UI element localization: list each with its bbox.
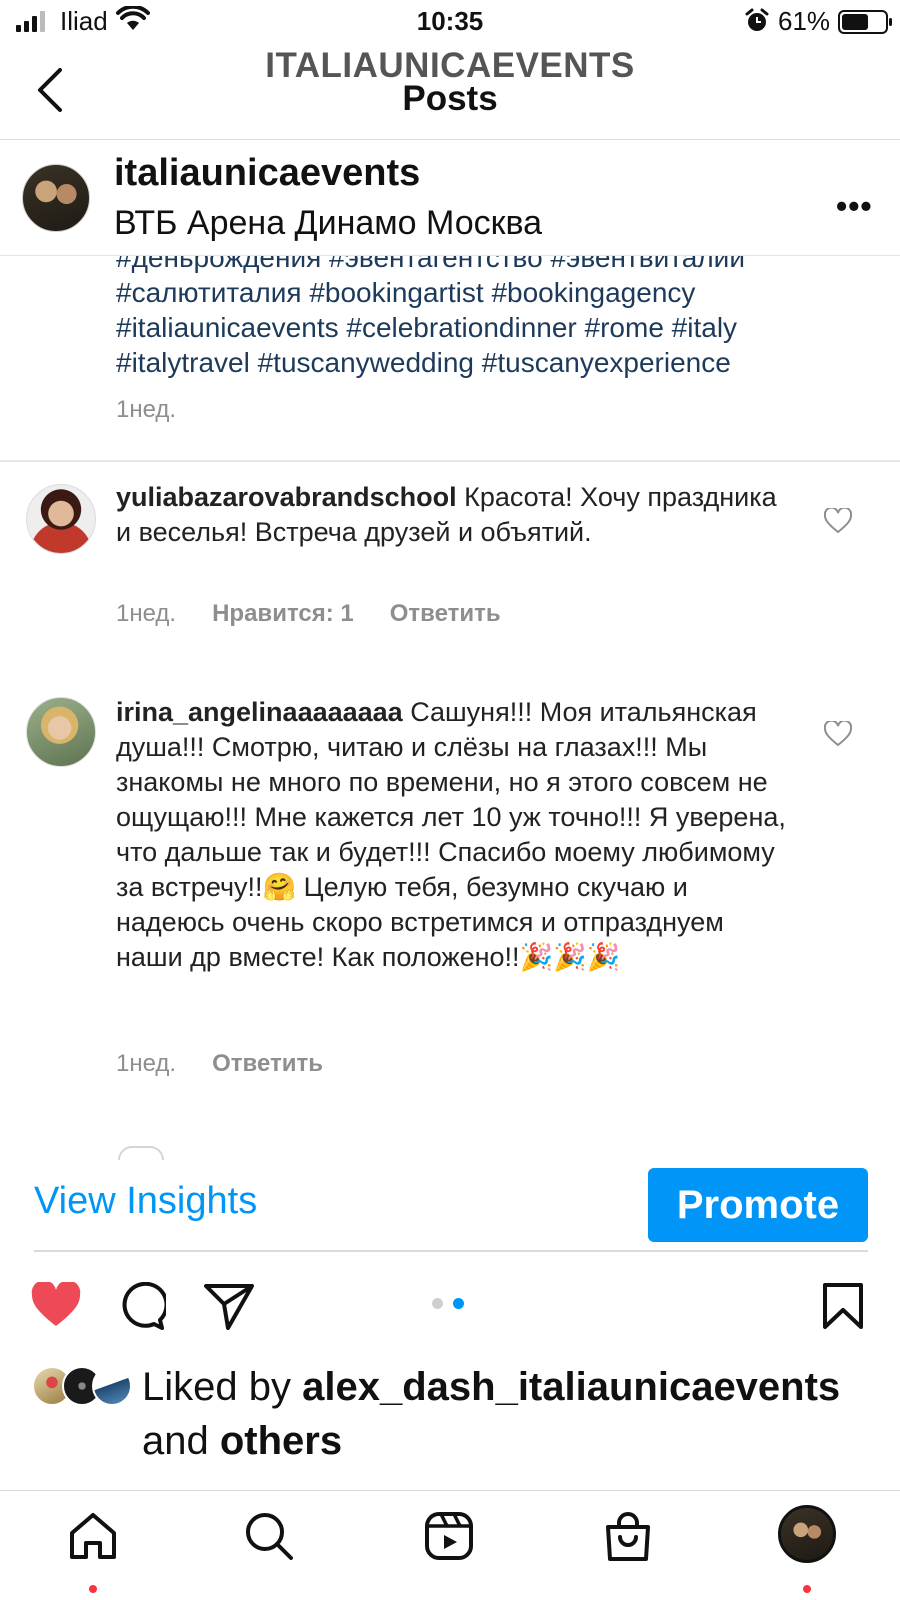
share-icon[interactable] [204,1282,254,1330]
post-author-avatar[interactable] [22,164,90,232]
comment-timestamp: 1нед. [116,1050,177,1077]
reply-button[interactable]: Ответить [212,1050,323,1078]
liked-by-avatars [32,1366,132,1410]
battery-icon [838,10,892,34]
profile-avatar-tab[interactable] [778,1505,836,1563]
comment-meta: 1нед. Нравится: 1 Ответить [116,600,501,628]
caption-hashtags[interactable]: #деньрождения #эвентагентство #эвентвита… [116,240,876,380]
comment-likes-count[interactable]: Нравится: 1 [212,600,354,628]
post-caption: #деньрождения #эвентагентство #эвентвита… [0,240,900,462]
comment-username[interactable]: irina_angelinaaaaaaaa [116,697,403,727]
liked-by-prefix: Liked by [142,1365,303,1409]
comment-meta: 1нед. Ответить [116,1050,323,1078]
alarm-icon [745,8,769,31]
liked-by-others[interactable]: others [220,1419,342,1463]
caption-timestamp: 1нед. [116,396,177,423]
bottom-tab-bar [0,1490,900,1600]
divider [34,1250,868,1252]
carousel-dot-active [453,1298,464,1309]
reply-button[interactable]: Ответить [390,600,501,628]
comment-text: irina_angelinaaaaaaaa Сашуня!!! Моя итал… [116,695,796,975]
commenter-avatar[interactable] [26,484,96,554]
home-icon[interactable] [68,1511,118,1561]
comment-icon[interactable] [118,1282,166,1330]
notification-dot [803,1585,811,1593]
liked-by[interactable]: Liked by alex_dash_italiaunicaevents and… [0,1362,900,1490]
comment-like-icon[interactable] [824,508,852,534]
comment-body: Сашуня!!! Моя итальянская душа!!! Смотрю… [116,697,786,972]
status-bar: Iliad 10:35 61% [0,0,900,46]
comment-timestamp: 1нед. [116,600,177,627]
nav-header: ITALIAUNICAEVENTS Posts [0,46,900,140]
liked-by-text: Liked by alex_dash_italiaunicaevents and… [142,1362,882,1468]
post-header: italiaunicaevents ВТБ Арена Динамо Москв… [0,140,900,256]
post-actions [0,1270,900,1340]
comment-like-icon[interactable] [824,721,852,747]
comment-username[interactable]: yuliabazarovabrandschool [116,482,457,512]
post-author-username[interactable]: italiaunicaevents [114,152,420,195]
hashtag-line[interactable]: #italiaunicaevents #celebrationdinner #r… [116,310,876,345]
commenter-avatar[interactable] [26,697,96,767]
page-title: Posts [402,79,498,118]
battery-percent: 61% [778,6,831,36]
notification-dot [89,1585,97,1593]
bookmark-icon[interactable] [822,1282,864,1330]
comment-item: irina_angelinaaaaaaaa Сашуня!!! Моя итал… [0,695,900,1115]
comment-text: yuliabazarovabrandschool Красота! Хочу п… [116,480,796,550]
battery-level [842,14,868,30]
search-icon[interactable] [244,1511,294,1561]
carousel-indicator [432,1298,464,1309]
shop-icon[interactable] [604,1511,652,1563]
comment-item: yuliabazarovabrandschool Красота! Хочу п… [0,480,900,660]
liked-by-username[interactable]: alex_dash_italiaunicaevents [302,1365,840,1409]
heart-filled-icon[interactable] [30,1282,82,1328]
insights-bar: View Insights Promote [0,1160,900,1252]
hashtag-line[interactable]: #салютиталия #bookingartist #bookingagen… [116,275,876,310]
reels-icon[interactable] [424,1511,474,1561]
commenter-avatar [118,1146,164,1160]
post-location[interactable]: ВТБ Арена Динамо Москва [114,204,542,243]
liked-by-and: and [142,1419,220,1463]
hashtag-line[interactable]: #italytravel #tuscanywedding #tuscanyexp… [116,345,876,380]
view-insights-link[interactable]: View Insights [34,1180,257,1223]
more-options-icon[interactable]: ••• [836,188,873,225]
liker-avatar [92,1366,132,1406]
carousel-dot [432,1298,443,1309]
promote-button[interactable]: Promote [648,1168,868,1242]
